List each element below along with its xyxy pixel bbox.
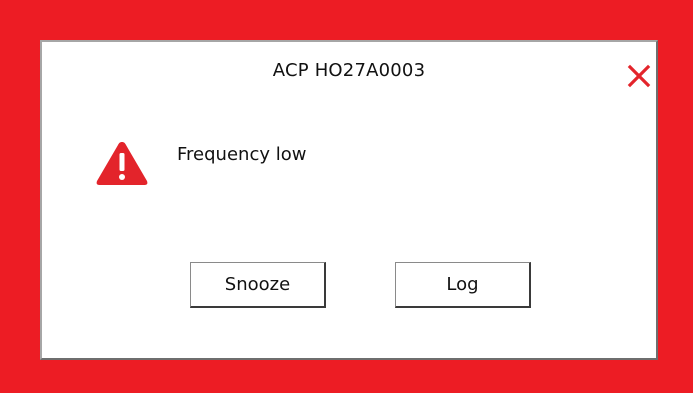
snooze-button[interactable]: Snooze [190,262,326,308]
alarm-message: Frequency low [177,144,307,165]
warning-triangle-icon [96,142,148,185]
dialog-title: ACP HO27A0003 [272,60,426,81]
alarm-dialog: ACP HO27A0003 Frequency low Snooze Log [40,40,658,360]
log-button[interactable]: Log [395,262,531,308]
bottom-strip [0,393,693,399]
close-icon[interactable] [626,63,652,89]
